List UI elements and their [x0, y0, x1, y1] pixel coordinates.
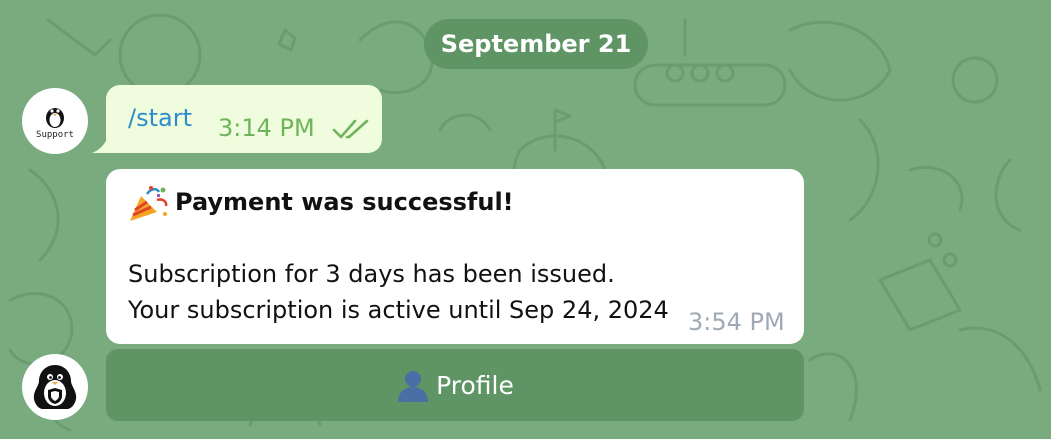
message-line: Subscription for 3 days has been issued. [128, 260, 615, 288]
start-command-link[interactable]: /start [128, 104, 192, 132]
message-line: Your subscription is active until Sep 24… [128, 296, 669, 324]
avatar-label: Support [36, 129, 74, 140]
profile-button[interactable]: Profile [106, 349, 804, 421]
outgoing-message-time: 3:14 PM [218, 114, 315, 142]
party-popper-icon [130, 186, 168, 221]
bot-avatar[interactable] [22, 354, 88, 420]
date-separator: September 21 [424, 19, 648, 69]
incoming-message-time: 3:54 PM [688, 308, 785, 336]
profile-button-label: Profile [436, 370, 514, 400]
double-check-icon [332, 119, 369, 139]
penguin-shield-icon [33, 365, 77, 409]
bot-avatar[interactable]: Support [22, 88, 88, 154]
penguin-icon [46, 107, 64, 128]
bust-in-silhouette-icon [398, 371, 429, 402]
message-title: Payment was successful! [175, 188, 514, 216]
